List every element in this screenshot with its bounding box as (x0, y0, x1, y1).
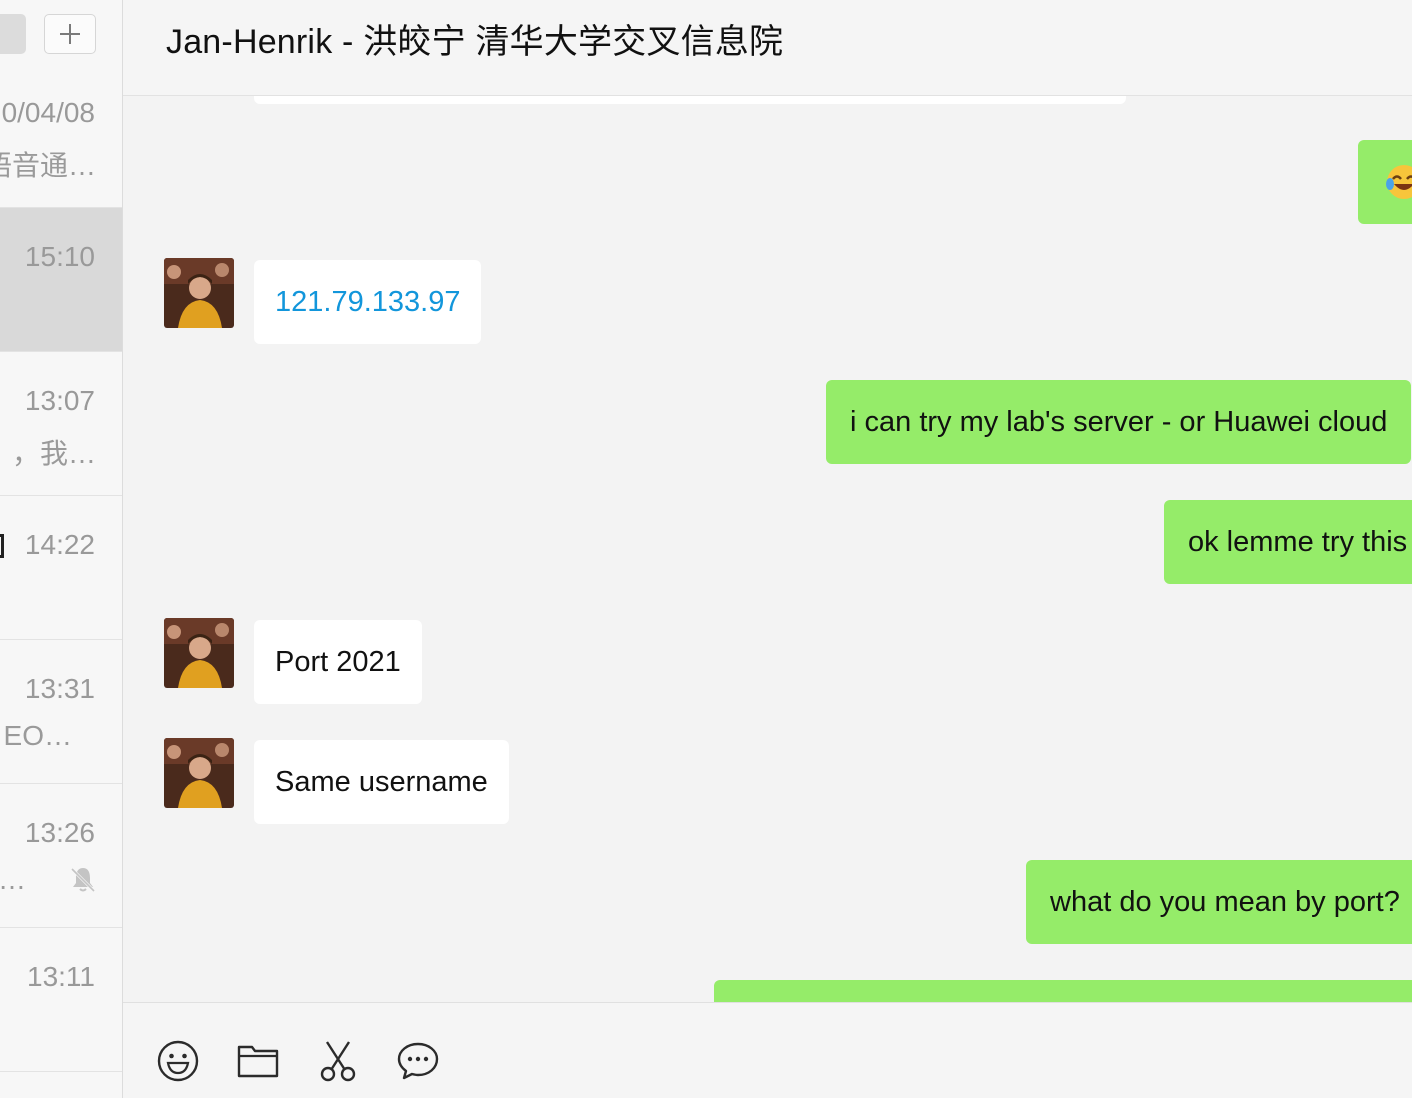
conversation-preview: 语音通… (0, 150, 96, 181)
conversation-name-fragment (0, 534, 4, 558)
chat-header: Jan-Henrik - 洪皎宁 清华大学交叉信息院 (123, 0, 1412, 96)
conversation-item[interactable]: 13:26 l… (0, 784, 122, 928)
send-file-button[interactable] (236, 1039, 280, 1083)
chat-history-button[interactable] (396, 1039, 440, 1083)
conversation-item[interactable]: 13:31 EO… (0, 640, 122, 784)
scissors-icon (320, 1041, 356, 1082)
conversation-preview: ，我… (11, 438, 96, 469)
message-list[interactable]: 121.79.133.97 i can try my lab's server … (123, 96, 1412, 1002)
outgoing-message[interactable]: i can try my lab's server - or Huawei cl… (826, 380, 1412, 464)
add-chat-button[interactable] (44, 14, 96, 54)
avatar-photo (164, 618, 234, 688)
conversation-item[interactable]: 13:07 ，我… (0, 352, 122, 496)
conversation-time: 13:07 (24, 385, 95, 416)
conversation-time: 15:10 (24, 241, 95, 272)
outgoing-message[interactable]: what do you mean by port? (1026, 860, 1412, 944)
contact-avatar[interactable] (164, 258, 234, 328)
screenshot-button[interactable] (316, 1039, 360, 1083)
outgoing-message[interactable] (1358, 140, 1412, 224)
contact-avatar[interactable] (164, 618, 234, 688)
conversation-item[interactable]: 13:11 (0, 928, 122, 1072)
avatar-photo (164, 738, 234, 808)
incoming-message[interactable]: Same username (254, 740, 509, 824)
conversation-time: 0/04/08 (1, 97, 95, 128)
conversation-sidebar: 0/04/08 语音通… 15:10 13:07 ，我… 14:22 13:31… (0, 0, 123, 1098)
conversation-time: 13:31 (24, 673, 95, 704)
emoji-button[interactable] (156, 1039, 200, 1083)
muted-bell-icon (70, 867, 96, 893)
laughing-emoji-icon (1386, 165, 1412, 199)
conversation-time: 13:11 (27, 961, 95, 992)
avatar-photo (164, 258, 234, 328)
outgoing-message[interactable]: ok lemme try this (1164, 500, 1412, 584)
smiley-icon (157, 1040, 199, 1082)
chat-title: Jan-Henrik - 洪皎宁 清华大学交叉信息院 (166, 23, 784, 61)
contact-avatar[interactable] (164, 738, 234, 808)
outgoing-message[interactable] (714, 980, 1412, 1002)
conversation-preview: EO… (3, 720, 72, 751)
ip-link-message[interactable]: 121.79.133.97 (254, 260, 482, 344)
message-input-area[interactable] (123, 1002, 1412, 1098)
conversation-time: 14:22 (24, 529, 95, 560)
chat-bubble-icon (397, 1042, 439, 1080)
folder-icon (237, 1045, 279, 1078)
plus-icon (60, 24, 80, 44)
sidebar-toolbar (0, 0, 122, 96)
incoming-message[interactable]: Port 2021 (254, 620, 422, 704)
conversation-time: 13:26 (24, 817, 95, 848)
conversation-item[interactable]: 15:10 (0, 208, 122, 352)
search-input[interactable] (0, 14, 26, 54)
conversation-preview: l… (0, 864, 26, 895)
incoming-message[interactable] (254, 96, 1126, 104)
conversation-item[interactable]: 14:22 (0, 496, 122, 640)
